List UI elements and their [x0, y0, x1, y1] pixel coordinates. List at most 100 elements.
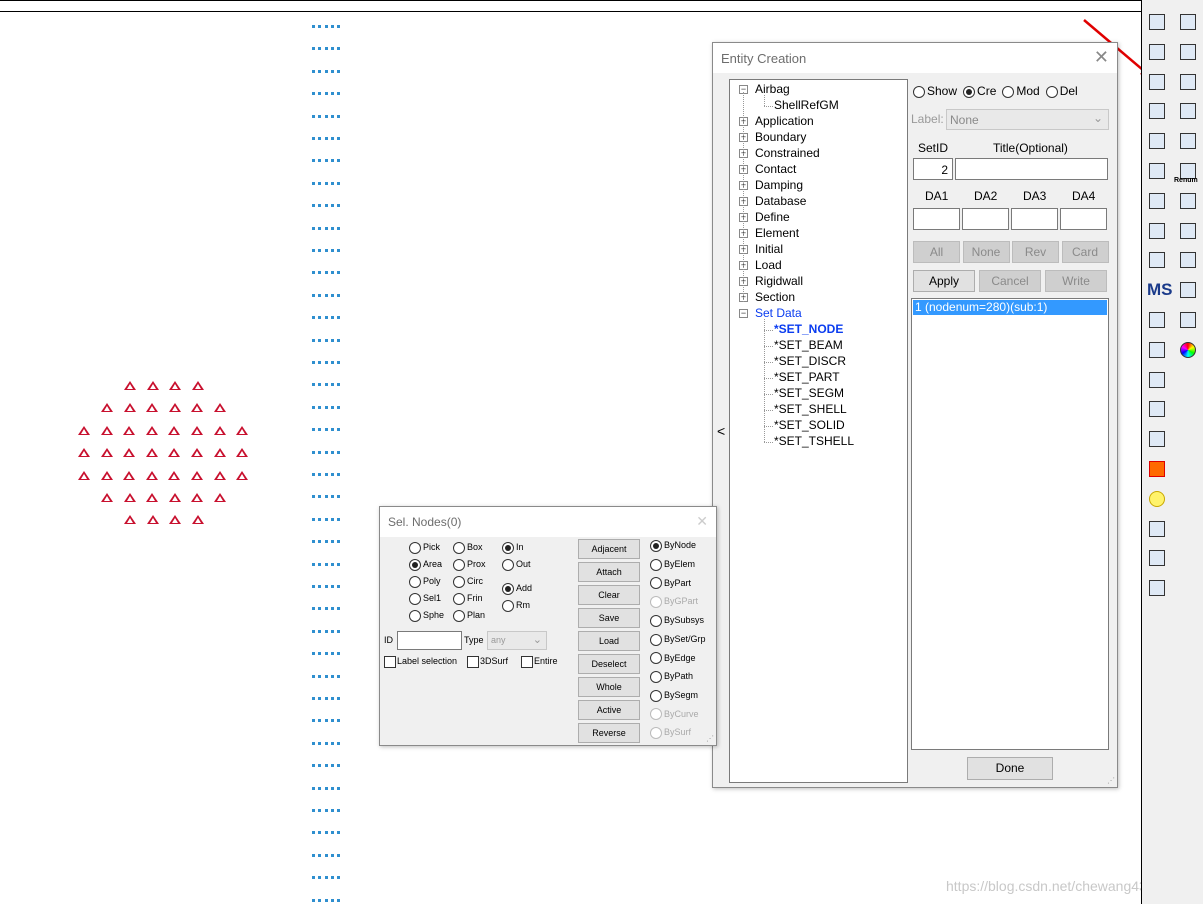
tree-item-element[interactable]: + Element	[730, 226, 905, 242]
gear-list-icon[interactable]	[1176, 70, 1200, 94]
tree-child-item[interactable]: *SET_TSHELL	[730, 434, 905, 450]
type-select[interactable]: any ⌄	[487, 631, 547, 650]
network-icon[interactable]	[1145, 576, 1169, 600]
deselect-button[interactable]: Deselect	[578, 654, 640, 674]
shapes-icon[interactable]	[1145, 99, 1169, 123]
radio-button[interactable]	[913, 85, 925, 98]
tree-sym-icon[interactable]	[1145, 517, 1169, 541]
radio-button[interactable]	[650, 689, 662, 702]
radio-button[interactable]	[650, 708, 662, 721]
list-item[interactable]: 1 (nodenum=280)(sub:1)	[913, 300, 1107, 315]
node-create-icon[interactable]	[1176, 10, 1200, 34]
gear-doc-icon[interactable]	[1176, 278, 1200, 302]
cancel-button[interactable]: Cancel	[979, 270, 1041, 292]
radio-sel1[interactable]: Sel1	[409, 593, 441, 605]
radio-bypath[interactable]: ByPath	[650, 670, 693, 683]
tree-item-boundary[interactable]: + Boundary	[730, 130, 905, 146]
checkbox-3dsurf[interactable]: 3DSurf	[467, 656, 508, 668]
da-input-4[interactable]	[1060, 208, 1107, 230]
radio-button[interactable]	[650, 540, 662, 552]
radio-circ[interactable]: Circ	[453, 576, 483, 588]
da-input-1[interactable]	[913, 208, 960, 230]
mode-radio-show[interactable]: Show	[913, 84, 957, 98]
radio-plan[interactable]: Plan	[453, 610, 485, 622]
tree-item-rigidwall[interactable]: + Rigidwall	[730, 274, 905, 290]
radio-button[interactable]	[502, 559, 514, 571]
radio-sphe[interactable]: Sphe	[409, 610, 444, 622]
tree-item-database[interactable]: + Database	[730, 194, 905, 210]
grid-edit-icon[interactable]	[1145, 219, 1169, 243]
resize-grip-icon[interactable]: ⋰	[706, 734, 714, 743]
mode-radio-del[interactable]: Del	[1045, 84, 1078, 98]
renum-icon[interactable]: Renum	[1174, 159, 1200, 184]
reverse-button[interactable]: Reverse	[578, 723, 640, 743]
radio-button[interactable]	[409, 593, 421, 605]
settings-icon[interactable]	[1145, 10, 1169, 34]
tree-child-item[interactable]: *SET_SHELL	[730, 402, 905, 418]
stethoscope-icon[interactable]	[1145, 308, 1169, 332]
radio-button[interactable]	[409, 559, 421, 571]
check-list-icon[interactable]	[1176, 99, 1200, 123]
radio-byelem[interactable]: ByElem	[650, 558, 695, 571]
radio-button[interactable]	[1045, 85, 1058, 98]
entity-creation-icon[interactable]	[1176, 40, 1200, 64]
da-input-2[interactable]	[962, 208, 1009, 230]
da-input-3[interactable]	[1011, 208, 1058, 230]
ms-icon[interactable]: MS	[1145, 278, 1173, 302]
whole-button[interactable]: Whole	[578, 677, 640, 697]
radio-button[interactable]	[650, 727, 662, 739]
close-icon[interactable]: ✕	[696, 513, 708, 530]
plane-icon[interactable]	[1145, 70, 1169, 94]
radio-button[interactable]	[453, 559, 465, 571]
write-button[interactable]: Write	[1045, 270, 1107, 292]
dot-grid-icon[interactable]	[1145, 546, 1169, 570]
gears-icon[interactable]	[1176, 248, 1200, 272]
check-table-icon[interactable]	[1176, 219, 1200, 243]
radio-bysegm[interactable]: BySegm	[650, 689, 698, 702]
save-button[interactable]: Save	[578, 608, 640, 628]
solid-cube-icon[interactable]	[1145, 129, 1169, 153]
tree-child-item[interactable]: *SET_PART	[730, 370, 905, 386]
radio-bypart[interactable]: ByPart	[650, 577, 691, 590]
radio-bysurf[interactable]: BySurf	[650, 727, 691, 739]
radio-add[interactable]: Add	[502, 583, 532, 595]
tree-item-define[interactable]: + Define	[730, 210, 905, 226]
checkbox-box[interactable]	[467, 656, 479, 668]
radio-button[interactable]	[650, 558, 662, 571]
attach-button[interactable]: Attach	[578, 562, 640, 582]
checkbox-box[interactable]	[384, 656, 396, 668]
tree-item-initial[interactable]: + Initial	[730, 242, 905, 258]
radio-button[interactable]	[409, 610, 421, 622]
adjacent-button[interactable]: Adjacent	[578, 539, 640, 559]
radio-button[interactable]	[650, 633, 662, 646]
tree-item-section[interactable]: + Section	[730, 290, 905, 306]
close-icon[interactable]: ✕	[1094, 47, 1109, 68]
radio-pick[interactable]: Pick	[409, 542, 440, 554]
checkbox-entire[interactable]: Entire	[521, 656, 558, 668]
radio-box[interactable]: Box	[453, 542, 483, 554]
mesh-icon[interactable]	[1145, 159, 1169, 183]
tree-item-constrained[interactable]: + Constrained	[730, 146, 905, 162]
dialog-title-bar[interactable]: Sel. Nodes(0) ✕	[380, 507, 716, 537]
radio-button[interactable]	[650, 614, 662, 627]
tree-item-application[interactable]: + Application	[730, 114, 905, 130]
radio-button[interactable]	[963, 85, 976, 98]
abc-check-icon[interactable]	[1176, 129, 1200, 153]
tree-child-item[interactable]: *SET_DISCR	[730, 354, 905, 370]
radio-button[interactable]	[502, 583, 514, 595]
tree-item-damping[interactable]: + Damping	[730, 178, 905, 194]
radio-button[interactable]	[409, 542, 421, 554]
radio-button[interactable]	[453, 610, 465, 622]
radio-prox[interactable]: Prox	[453, 559, 486, 571]
tree-item-set-data[interactable]: − Set Data	[730, 306, 905, 322]
clock-bubble-icon[interactable]	[1145, 397, 1169, 421]
radio-bysetgrp[interactable]: BySet/Grp	[650, 633, 706, 646]
tree-child-item[interactable]: ShellRefGM	[730, 98, 905, 114]
radio-out[interactable]: Out	[502, 559, 531, 571]
rev-button[interactable]: Rev	[1012, 241, 1059, 263]
radio-button[interactable]	[453, 576, 465, 588]
load-button[interactable]: Load	[578, 631, 640, 651]
title-input[interactable]	[955, 158, 1108, 180]
radio-button[interactable]	[650, 670, 662, 683]
tree-item-airbag[interactable]: − Airbag	[730, 82, 905, 98]
